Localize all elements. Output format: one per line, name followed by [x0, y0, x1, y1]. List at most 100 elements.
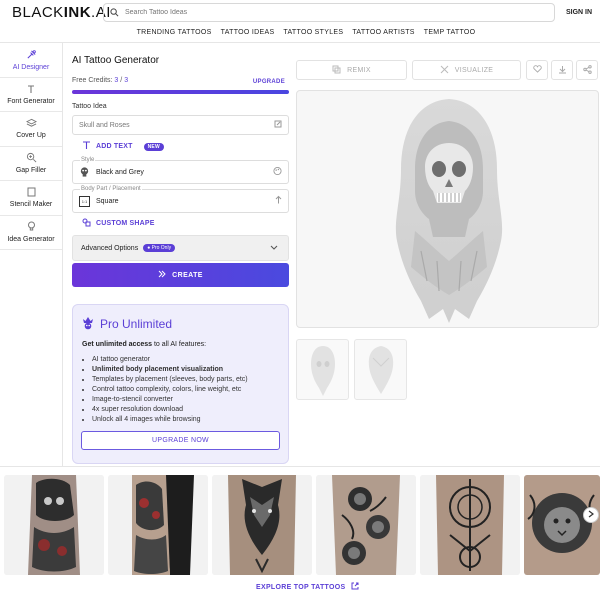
placement-select[interactable]: Body Part / Placement 1:1 Square	[72, 186, 289, 213]
credits-label: Free Credits:	[72, 77, 113, 84]
chevron-down-icon	[270, 244, 278, 253]
crown-icon	[82, 315, 94, 333]
generated-image-preview[interactable]	[296, 90, 599, 328]
remix-label: REMIX	[347, 66, 371, 74]
add-text-button[interactable]: ADD TEXT NEW	[82, 141, 164, 152]
explore-top-tattoos-link[interactable]: EXPLORE TOP TATTOOS	[256, 582, 359, 592]
tattoo-idea-placeholder: Skull and Roses	[79, 121, 130, 129]
list-item: Image-to-stencil converter	[92, 395, 279, 405]
download-button[interactable]	[551, 60, 573, 80]
palette-icon	[273, 166, 282, 178]
credits-used: 3	[114, 77, 119, 84]
share-icon	[582, 64, 592, 76]
search-input[interactable]	[125, 9, 505, 16]
nav-tattoo-ideas[interactable]: TATTOO IDEAS	[221, 29, 275, 42]
nav-trending-tattoos[interactable]: TRENDING TATTOOS	[137, 29, 212, 42]
pro-subtitle: Get unlimited access to all AI features:	[82, 341, 207, 348]
sign-in-link[interactable]: SIGN IN	[566, 9, 592, 16]
gallery-item-5[interactable]	[420, 475, 520, 575]
lightbulb-icon	[27, 221, 36, 235]
upgrade-link[interactable]: UPGRADE	[253, 79, 285, 85]
gallery-item-6[interactable]	[524, 475, 600, 575]
top-bar: BLACKINK.AI SIGN IN	[0, 0, 600, 26]
arrow-up-icon	[275, 195, 282, 207]
sidebar-item-label: Cover Up	[16, 132, 46, 140]
create-label: CREATE	[172, 271, 203, 279]
expand-icon[interactable]	[274, 120, 282, 130]
style-select[interactable]: Style Black and Grey	[72, 157, 289, 184]
gallery-item-3[interactable]	[212, 475, 312, 575]
main-nav: TRENDING TATTOOS TATTOO IDEAS TATTOO STY…	[0, 26, 600, 42]
tool-sidebar: AI Designer Font Generator Cover Up Gap …	[0, 43, 63, 466]
sidebar-item-label: Idea Generator	[7, 236, 55, 244]
sparkle-icon	[158, 270, 166, 280]
sidebar-item-ai-designer[interactable]: AI Designer	[0, 43, 62, 78]
aspect-ratio-icon: 1:1	[79, 195, 90, 207]
nav-temp-tattoo[interactable]: TEMP TATTOO	[424, 29, 476, 42]
share-button[interactable]	[576, 60, 598, 80]
visualize-icon	[440, 65, 449, 76]
credits-total: 3	[124, 77, 129, 84]
logo[interactable]: BLACKINK.AI	[12, 4, 111, 21]
credits-row: Free Credits: 3 / 3 UPGRADE	[72, 77, 289, 85]
placement-label: Body Part / Placement	[80, 186, 142, 192]
custom-shape-button[interactable]: CUSTOM SHAPE	[82, 218, 155, 229]
create-button[interactable]: CREATE	[72, 263, 289, 287]
add-text-label: ADD TEXT	[96, 143, 133, 150]
style-thumbnail-icon	[79, 167, 90, 178]
thumbnail-image	[368, 346, 394, 394]
designer-icon	[26, 49, 37, 63]
layers-icon	[25, 118, 37, 131]
pro-title-row: Pro Unlimited	[82, 315, 279, 333]
visualize-button[interactable]: VISUALIZE	[412, 60, 521, 80]
list-item: AI tattoo generator	[92, 355, 279, 365]
sidebar-item-label: AI Designer	[12, 63, 50, 71]
sidebar-item-font-generator[interactable]: Font Generator	[0, 78, 62, 112]
pro-feature-list: AI tattoo generator Unlimited body place…	[82, 355, 279, 425]
search-icon	[110, 4, 119, 22]
style-value: Black and Grey	[96, 168, 144, 176]
thumbnail-image	[311, 346, 335, 396]
gallery-item-4[interactable]	[316, 475, 416, 575]
tattoo-idea-field[interactable]: Skull and Roses	[72, 115, 289, 135]
search-bar[interactable]	[103, 3, 555, 22]
external-link-icon	[351, 582, 359, 592]
upgrade-now-button[interactable]: UPGRADE NOW	[81, 431, 280, 450]
list-item: Unlock all 4 images while browsing	[92, 415, 279, 425]
text-icon	[82, 141, 91, 152]
credits-progress-fill	[72, 90, 289, 94]
stencil-icon	[27, 187, 36, 200]
favorite-button[interactable]	[526, 60, 548, 80]
sidebar-item-gap-filler[interactable]: Gap Filler	[0, 147, 62, 181]
sidebar-item-idea-generator[interactable]: Idea Generator	[0, 216, 62, 250]
shapes-icon	[82, 218, 91, 229]
gallery-next-button[interactable]	[583, 507, 599, 523]
sidebar-item-label: Font Generator	[7, 97, 55, 105]
rose-skull-tattoo-image	[316, 475, 416, 575]
generator-form: AI Tattoo Generator Free Credits: 3 / 3 …	[72, 55, 289, 464]
tattoo-arm-image	[108, 475, 208, 575]
tattoo-sleeve-image	[4, 475, 104, 575]
chevron-right-icon	[588, 510, 594, 520]
wolf-tattoo-image	[212, 475, 312, 575]
hooded-skull-image	[395, 99, 503, 323]
sidebar-item-stencil-maker[interactable]: Stencil Maker	[0, 181, 62, 216]
style-label: Style	[80, 157, 96, 163]
variation-thumbnail-1[interactable]	[296, 339, 349, 400]
download-icon	[558, 65, 567, 76]
placement-value: Square	[96, 197, 119, 205]
advanced-options-toggle[interactable]: Advanced Options ● Pro Only	[72, 235, 289, 261]
pro-title: Pro Unlimited	[100, 317, 173, 331]
gallery-item-1[interactable]	[4, 475, 104, 575]
remix-button[interactable]: REMIX	[296, 60, 407, 80]
variation-thumbnail-2[interactable]	[354, 339, 407, 400]
pro-unlimited-card: Pro Unlimited Get unlimited access to al…	[72, 304, 289, 464]
page-title: AI Tattoo Generator	[72, 55, 160, 66]
nav-tattoo-styles[interactable]: TATTOO STYLES	[283, 29, 343, 42]
sidebar-item-cover-up[interactable]: Cover Up	[0, 112, 62, 147]
lion-tattoo-image	[524, 475, 600, 575]
explore-label: EXPLORE TOP TATTOOS	[256, 583, 346, 591]
gallery-item-2[interactable]	[108, 475, 208, 575]
visualize-label: VISUALIZE	[454, 66, 494, 74]
nav-tattoo-artists[interactable]: TATTOO ARTISTS	[352, 29, 414, 42]
